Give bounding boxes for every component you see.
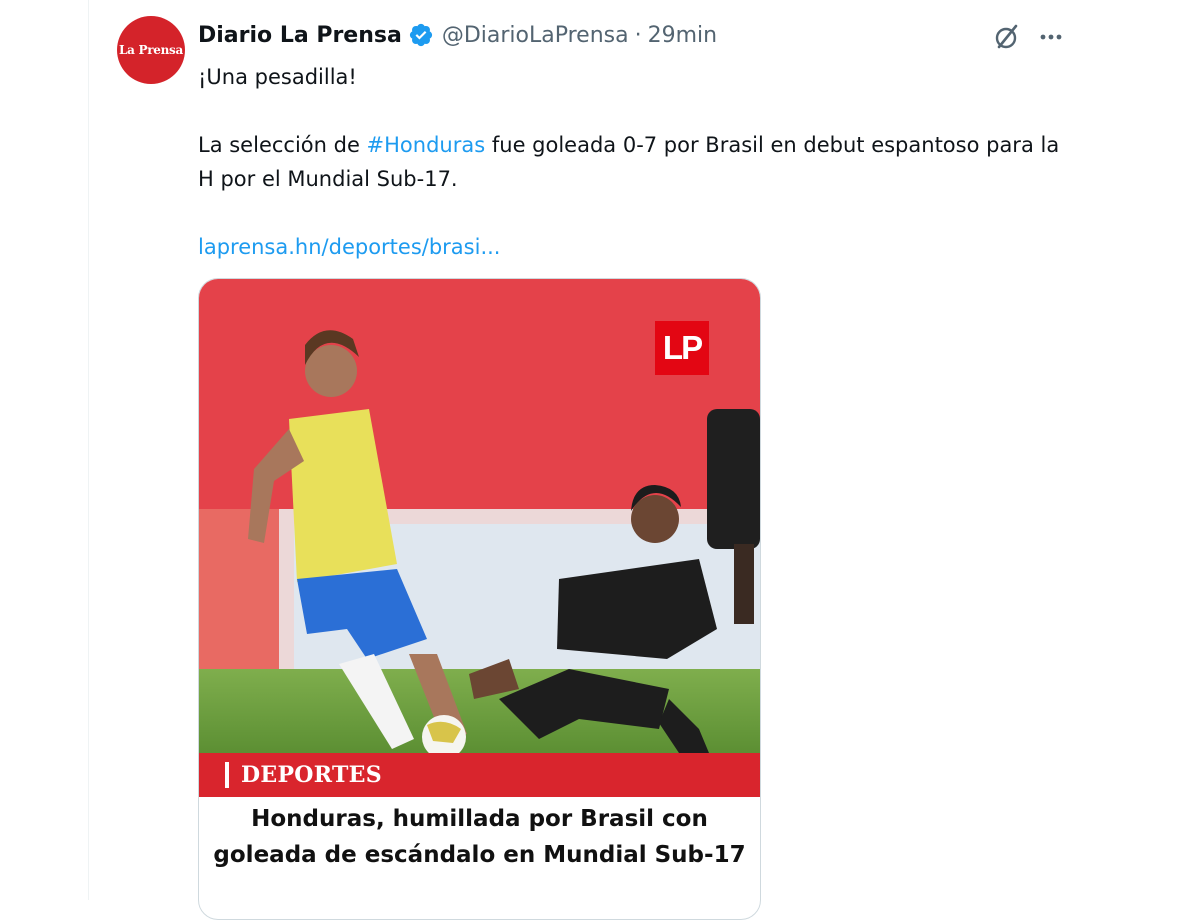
separator-dot: · <box>634 22 642 48</box>
article-headline[interactable]: Honduras, humillada por Brasil con golea… <box>199 801 760 873</box>
tweet-text-intro: ¡Una pesadilla! <box>198 65 357 89</box>
section-label: DEPORTES <box>241 762 382 788</box>
tweet-text-body: La selección de #Honduras fue goleada 0-… <box>198 128 1078 196</box>
author-handle[interactable]: @DiarioLaPrensa <box>442 23 629 48</box>
avatar-logo-text: La Prensa <box>119 43 183 57</box>
timeline-column-border <box>88 0 89 900</box>
avatar[interactable]: La Prensa <box>117 16 185 84</box>
tweet-text-prefix: La selección de <box>198 133 367 157</box>
author-name[interactable]: Diario La Prensa <box>198 23 402 48</box>
more-options-icon[interactable] <box>1036 22 1066 52</box>
article-link[interactable]: laprensa.hn/deportes/brasi... <box>198 235 500 259</box>
section-bar: DEPORTES <box>199 753 760 797</box>
lp-logo: LP <box>655 321 709 375</box>
hashtag-link[interactable]: #Honduras <box>367 133 486 157</box>
verified-badge-icon <box>408 22 434 48</box>
headline-line-2: goleada de escándalo en Mundial Sub-17 <box>213 842 746 868</box>
grok-icon[interactable] <box>992 22 1022 52</box>
tweet-header: Diario La Prensa @DiarioLaPrensa · 29min <box>198 18 717 52</box>
timestamp[interactable]: 29min <box>648 23 717 48</box>
link-preview-card[interactable]: LP DEPORTES Honduras, humillada por Bras… <box>198 278 761 920</box>
section-bar-divider <box>225 762 229 788</box>
tweet-text: ¡Una pesadilla! La selección de #Hondura… <box>198 60 1078 264</box>
headline-line-1: Honduras, humillada por Brasil con <box>251 806 708 832</box>
